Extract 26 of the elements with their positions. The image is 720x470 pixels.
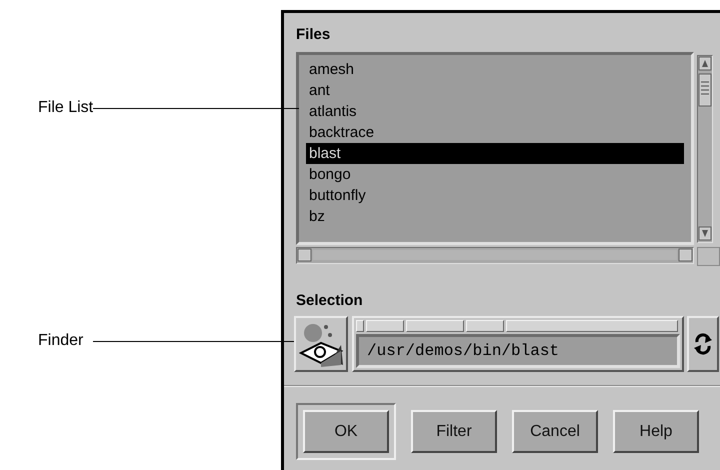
callout-label: Finder [38,332,84,350]
cycle-icon [693,331,713,357]
path-segment[interactable] [406,320,464,332]
file-item[interactable]: amesh [306,59,684,80]
dialog-button[interactable]: Help [613,410,699,453]
path-segment[interactable] [366,320,404,332]
file-item[interactable]: bongo [306,164,684,185]
path-segment[interactable] [356,320,364,332]
cycle-button[interactable] [687,316,719,372]
dialog-button[interactable]: Cancel [512,410,598,453]
file-item[interactable]: ant [306,80,684,101]
selection-label: Selection [296,291,364,311]
file-item[interactable]: blast [306,143,684,164]
finder-button[interactable] [294,316,348,372]
file-item[interactable]: buttonfly [306,185,684,206]
file-item[interactable]: atlantis [306,101,684,122]
path-segment[interactable] [506,320,678,332]
path-field[interactable]: /usr/demos/bin/blast [356,334,680,368]
dialog-button[interactable]: OK [303,410,389,453]
callout-label: File List [38,99,94,117]
files-label: Files [296,25,332,45]
path-segment[interactable] [466,320,504,332]
finder-icon [299,321,345,369]
file-item[interactable]: bz [306,206,684,227]
file-item[interactable]: backtrace [306,122,684,143]
dialog-button[interactable]: Filter [411,410,497,453]
